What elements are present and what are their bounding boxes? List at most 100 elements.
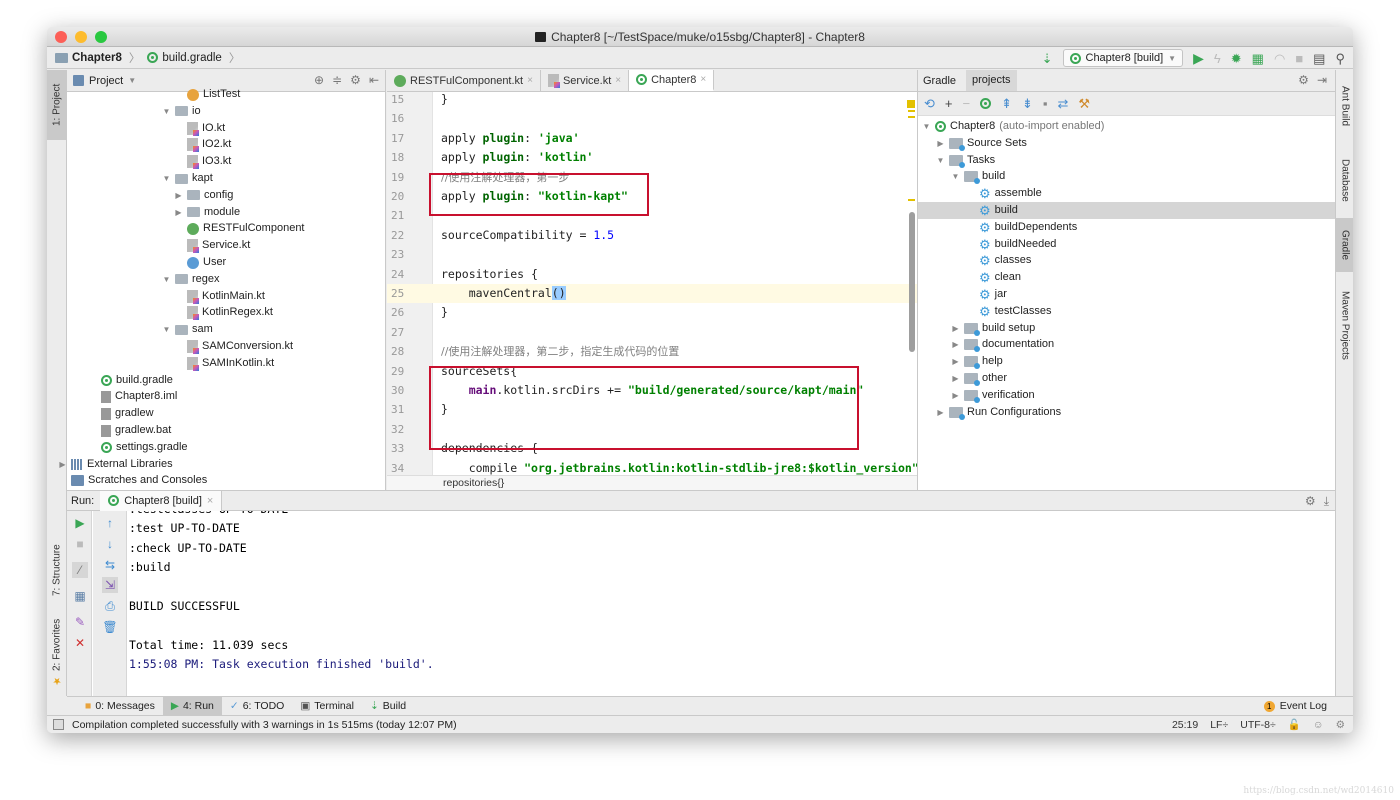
execute-task-icon[interactable] [980,98,992,109]
tree-item[interactable]: KotlinRegex.kt [187,304,273,321]
close-tab-icon[interactable]: × [615,75,621,86]
tool-tab-gradle[interactable]: Gradle [1336,218,1353,272]
tree-item[interactable]: ▶ module [174,204,240,221]
close-tab-icon[interactable]: × [700,74,706,85]
project-structure-icon[interactable]: ▤ [1313,52,1325,65]
bottom-tab[interactable]: ✓ 6: TODO [222,697,292,716]
tree-item[interactable]: IO.kt [187,120,225,137]
tree-item[interactable]: User [187,254,226,271]
gradle-tree-item[interactable]: ⚙ testClasses [979,303,1052,320]
tool-tab-structure[interactable]: 7: Structure [47,530,67,610]
warning-marker[interactable] [908,116,915,118]
collapsed-arrow-icon[interactable]: ▶ [951,387,960,404]
gradle-tree-item[interactable]: ▶ verification [951,387,1035,404]
expanded-arrow-icon[interactable]: ▼ [162,103,171,120]
collapsed-arrow-icon[interactable]: ▶ [936,135,945,152]
print-icon[interactable]: ⎙ [102,598,118,614]
tree-item[interactable]: IO3.kt [187,153,231,170]
tree-item[interactable]: gradlew [101,405,154,422]
add-icon[interactable]: + [945,96,953,111]
debug-icon[interactable]: ✹ [1231,52,1242,65]
gradle-tree-item[interactable]: ▼ Chapter8 (auto-import enabled) [922,118,1104,135]
code-area[interactable]: 15} 16 17 apply plugin: 'java' 18 apply plugi… [387,92,917,475]
tree-item[interactable]: IO2.kt [187,136,231,153]
tool-tab-ant-build[interactable]: Ant Build [1336,76,1353,136]
gradle-settings-icon[interactable]: ⚒ [1078,96,1090,112]
gradle-tree-item[interactable]: ▶ other [951,370,1007,387]
tree-item[interactable]: ▼ regex [162,271,220,288]
minimize-window-button[interactable] [75,31,87,43]
file-encoding[interactable]: UTF-8÷ [1240,719,1276,731]
gradle-tree-item[interactable]: ▶ Source Sets [936,135,1027,152]
run-config-dropdown[interactable]: Chapter8 [build] ▼ [1062,49,1184,67]
offline-mode-icon[interactable]: ⇄ [1058,96,1069,112]
tab-projects[interactable]: projects [966,70,1017,91]
down-arrow-icon[interactable]: ↓ [102,536,118,552]
toggle-tasks-icon[interactable]: ⁄ [72,562,88,578]
tree-item[interactable]: ▶ config [174,187,233,204]
collapsed-arrow-icon[interactable]: ▶ [936,404,945,421]
gradle-tree-item[interactable]: ⚙ buildDependents [979,219,1077,236]
build-project-icon[interactable]: ⇣ [1042,52,1053,65]
tool-tab-favorites[interactable]: ★ 2: Favorites [47,615,67,690]
expand-all-icon[interactable]: ⇞ [1001,96,1012,112]
profile-icon[interactable]: ◠ [1274,52,1285,65]
coverage-icon[interactable]: ▦ [1252,52,1264,65]
tree-item[interactable]: ▶ External Libraries [58,456,173,473]
trash-icon[interactable]: 🗑 [102,619,118,635]
expanded-arrow-icon[interactable]: ▼ [936,152,945,169]
gradle-tree-item[interactable]: ⚙ classes [979,252,1031,269]
collapse-icon[interactable]: ≑ [332,73,342,87]
collapse-all-icon[interactable]: ⇟ [1022,96,1033,112]
project-view-selector[interactable]: Project [89,75,123,87]
tool-tab-project[interactable]: 1: Project [47,70,67,140]
collapsed-arrow-icon[interactable]: ▶ [58,456,67,473]
breadcrumb-file[interactable]: build.gradle [162,52,221,64]
group-icon[interactable]: ▪ [1043,96,1048,111]
remove-icon[interactable]: − [963,96,971,111]
collapsed-arrow-icon[interactable]: ▶ [174,204,183,221]
breadcrumb-project[interactable]: Chapter8 [72,52,122,64]
editor-scrollbar[interactable] [909,212,915,352]
bottom-tab[interactable]: ⇣ Build [362,697,414,716]
tree-item[interactable]: ▼ io [162,103,201,120]
warning-marker[interactable] [908,110,915,112]
tool-tab-maven[interactable]: Maven Projects [1336,280,1353,370]
warning-marker[interactable] [908,199,915,201]
tree-item[interactable]: ListTest [187,86,240,103]
caret-position[interactable]: 25:19 [1172,719,1198,731]
gear-icon[interactable]: ⚙ [1305,494,1316,509]
collapsed-arrow-icon[interactable]: ▶ [951,370,960,387]
settings-icon[interactable]: ⚙ [1336,719,1345,731]
tree-item[interactable]: SAMConversion.kt [187,338,293,355]
run-icon[interactable]: ▶ [1193,51,1204,65]
expanded-arrow-icon[interactable]: ▼ [162,170,171,187]
tree-item[interactable]: gradlew.bat [101,422,171,439]
gradle-tree-item[interactable]: ▶ build setup [951,320,1035,337]
gradle-tree-item[interactable]: ⚙ jar [979,286,1007,303]
expanded-arrow-icon[interactable]: ▼ [951,168,960,185]
collapsed-arrow-icon[interactable]: ▶ [951,336,960,353]
tree-item[interactable]: ▼ kapt [162,170,213,187]
toggle-tool-windows-icon[interactable] [53,719,64,730]
tree-item[interactable]: Chapter8.iml [101,388,177,405]
lock-icon[interactable]: 🔓 [1288,718,1301,731]
inspector-icon[interactable]: ☺ [1313,719,1324,731]
tree-item[interactable]: RESTFulComponent [187,220,305,237]
collapsed-arrow-icon[interactable]: ▶ [174,187,183,204]
zoom-window-button[interactable] [95,31,107,43]
close-tab-icon[interactable]: × [527,75,533,86]
gradle-tree-item[interactable]: ⚙ assemble [979,185,1042,202]
scroll-to-end-icon[interactable]: ⇲ [102,577,118,593]
expanded-arrow-icon[interactable]: ▼ [922,118,931,135]
restore-layout-icon[interactable]: ▦ [72,588,88,604]
line-separator[interactable]: LF÷ [1210,719,1228,731]
editor-tab[interactable]: Service.kt × [541,70,630,91]
gear-icon[interactable]: ⚙ [1298,73,1309,87]
close-window-button[interactable] [55,31,67,43]
close-icon[interactable]: × [207,495,213,507]
rerun-icon[interactable]: ▶ [72,515,88,531]
run-tab[interactable]: Chapter8 [build] × [100,490,223,511]
locate-icon[interactable]: ⊕ [314,73,324,87]
editor-tab[interactable]: RESTFulComponent.kt × [387,70,541,91]
